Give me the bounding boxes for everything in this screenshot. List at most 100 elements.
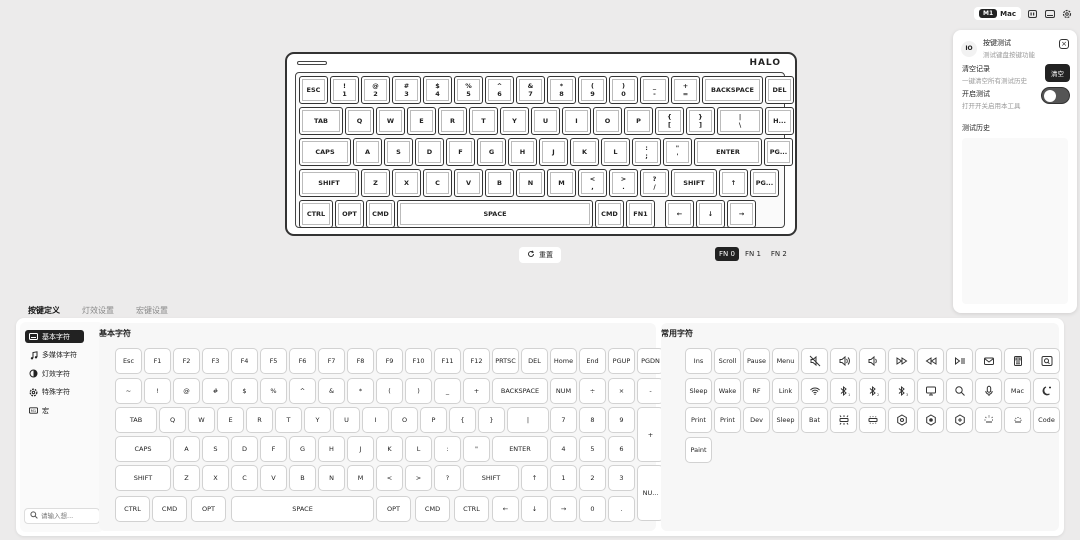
kb-key-0[interactable]: ) 0 bbox=[609, 76, 638, 104]
basic-key-f7[interactable]: F7 bbox=[318, 348, 345, 374]
basic-key-f8[interactable]: F8 bbox=[347, 348, 374, 374]
kb-key-symbol[interactable]: ← bbox=[665, 200, 694, 228]
common-key-microphone[interactable] bbox=[975, 377, 1002, 404]
kb-key-z[interactable]: Z bbox=[361, 169, 390, 197]
common-key-print[interactable]: Print bbox=[714, 407, 741, 433]
kb-key-q[interactable]: Q bbox=[345, 107, 374, 135]
basic-key-f3[interactable]: F3 bbox=[202, 348, 229, 374]
common-key-brightness-down[interactable] bbox=[1004, 407, 1031, 433]
kb-key-7[interactable]: & 7 bbox=[516, 76, 545, 104]
common-key-mail[interactable] bbox=[975, 348, 1002, 374]
enable-test-toggle[interactable] bbox=[1041, 87, 1070, 104]
basic-key-5[interactable]: 5 bbox=[579, 436, 606, 462]
basic-key-ctrl[interactable]: CTRL bbox=[115, 496, 150, 522]
kb-key-symbol[interactable]: ↓ bbox=[696, 200, 725, 228]
basic-key-q[interactable]: Q bbox=[159, 407, 186, 433]
kb-key-symbol[interactable]: > . bbox=[609, 169, 638, 197]
common-key-bluetooth-2[interactable]: 2 bbox=[859, 377, 886, 404]
basic-key-x[interactable]: X bbox=[202, 465, 229, 491]
basic-key-m[interactable]: M bbox=[347, 465, 374, 491]
basic-key-f2[interactable]: F2 bbox=[173, 348, 200, 374]
kb-key-symbol[interactable]: " ' bbox=[663, 138, 692, 166]
basic-key-cmd[interactable]: CMD bbox=[415, 496, 450, 522]
basic-key-symbol[interactable]: { bbox=[449, 407, 476, 433]
basic-key-j[interactable]: J bbox=[347, 436, 374, 462]
common-key-volume-up[interactable] bbox=[830, 348, 857, 374]
basic-key-symbol[interactable]: ( bbox=[376, 378, 403, 404]
basic-key-d[interactable]: D bbox=[231, 436, 258, 462]
basic-key-p[interactable]: P bbox=[420, 407, 447, 433]
basic-key-end[interactable]: End bbox=[579, 348, 606, 374]
kb-key-shift[interactable]: SHIFT bbox=[299, 169, 359, 197]
kb-key-m[interactable]: M bbox=[547, 169, 576, 197]
basic-key-symbol[interactable]: ↓ bbox=[521, 496, 548, 522]
basic-key-pgup[interactable]: PGUP bbox=[608, 348, 635, 374]
kb-key-symbol[interactable]: : ; bbox=[632, 138, 661, 166]
common-key-bat[interactable]: Bat bbox=[801, 407, 828, 433]
common-key-night[interactable] bbox=[1033, 377, 1060, 404]
common-key-hex-2[interactable] bbox=[917, 407, 944, 433]
basic-key-opt[interactable]: OPT bbox=[376, 496, 411, 522]
basic-key-h[interactable]: H bbox=[318, 436, 345, 462]
basic-key-symbol[interactable]: " bbox=[463, 436, 490, 462]
basic-key-b[interactable]: B bbox=[289, 465, 316, 491]
kb-key-symbol[interactable]: } ] bbox=[686, 107, 715, 135]
kb-key-space[interactable]: SPACE bbox=[397, 200, 593, 228]
basic-key-r[interactable]: R bbox=[246, 407, 273, 433]
fn-layer-2[interactable]: FN 2 bbox=[767, 247, 791, 261]
sidebar-item-1[interactable]: 多媒体字符 bbox=[25, 349, 84, 362]
kb-key-b[interactable]: B bbox=[485, 169, 514, 197]
basic-key-opt[interactable]: OPT bbox=[191, 496, 226, 522]
basic-key-symbol[interactable]: $ bbox=[231, 378, 258, 404]
kb-key-y[interactable]: Y bbox=[500, 107, 529, 135]
basic-key-cmd[interactable]: CMD bbox=[152, 496, 187, 522]
basic-key-space[interactable]: SPACE bbox=[231, 496, 374, 522]
os-mode-selector[interactable]: M1 Mac bbox=[974, 7, 1021, 20]
basic-key-4[interactable]: 4 bbox=[550, 436, 577, 462]
common-key-calculator[interactable] bbox=[1004, 348, 1031, 374]
basic-key-u[interactable]: U bbox=[333, 407, 360, 433]
common-key-volume-down[interactable] bbox=[859, 348, 886, 374]
common-key-rf[interactable]: RF bbox=[743, 377, 770, 404]
basic-key-pgdn[interactable]: PGDN bbox=[637, 348, 664, 374]
basic-key-0[interactable]: 0 bbox=[579, 496, 606, 522]
kb-key-shift[interactable]: SHIFT bbox=[671, 169, 717, 197]
fn-layer-0[interactable]: FN 0 bbox=[715, 247, 739, 261]
kb-key-s[interactable]: S bbox=[384, 138, 413, 166]
basic-key-7[interactable]: 7 bbox=[550, 407, 577, 433]
common-key-code[interactable]: Code bbox=[1033, 407, 1060, 433]
basic-key-1[interactable]: 1 bbox=[550, 465, 577, 491]
basic-key-symbol[interactable]: } bbox=[478, 407, 505, 433]
kb-key-backspace[interactable]: BACKSPACE bbox=[702, 76, 763, 104]
battery-icon[interactable] bbox=[1027, 8, 1038, 19]
kb-key-caps[interactable]: CAPS bbox=[299, 138, 351, 166]
common-key-print[interactable]: Print bbox=[685, 407, 712, 433]
kb-key-cmd[interactable]: CMD bbox=[366, 200, 395, 228]
basic-key-z[interactable]: Z bbox=[173, 465, 200, 491]
sidebar-item-4[interactable]: M1 宏 bbox=[25, 404, 84, 417]
kb-key-4[interactable]: $ 4 bbox=[423, 76, 452, 104]
basic-key-prtsc[interactable]: PRTSC bbox=[492, 348, 519, 374]
basic-key-symbol[interactable]: ~ bbox=[115, 378, 142, 404]
kb-key-h[interactable]: H bbox=[508, 138, 537, 166]
common-key-bluetooth-3[interactable]: 3 bbox=[888, 377, 915, 404]
kb-key-8[interactable]: * 8 bbox=[547, 76, 576, 104]
tab-0[interactable]: 按键定义 bbox=[28, 305, 60, 316]
kb-key-i[interactable]: I bbox=[562, 107, 591, 135]
kb-key-n[interactable]: N bbox=[516, 169, 545, 197]
basic-key-symbol[interactable]: ↑ bbox=[521, 465, 548, 491]
basic-key-num[interactable]: NUM bbox=[550, 378, 577, 404]
common-key-pause[interactable]: Pause bbox=[743, 348, 770, 374]
basic-key-symbol[interactable]: _ bbox=[434, 378, 461, 404]
search-box[interactable] bbox=[24, 508, 100, 524]
kb-key-symbol[interactable]: ? / bbox=[640, 169, 669, 197]
basic-key-f5[interactable]: F5 bbox=[260, 348, 287, 374]
search-input[interactable] bbox=[41, 512, 93, 520]
kb-key-symbol[interactable]: _ - bbox=[640, 76, 669, 104]
kb-key-x[interactable]: X bbox=[392, 169, 421, 197]
kb-key-del[interactable]: DEL bbox=[765, 76, 794, 104]
common-key-backlight-up[interactable] bbox=[830, 407, 857, 433]
common-key-mac[interactable]: Mac bbox=[1004, 377, 1031, 404]
sidebar-item-3[interactable]: 特殊字符 bbox=[25, 386, 84, 399]
basic-key-f1[interactable]: F1 bbox=[144, 348, 171, 374]
